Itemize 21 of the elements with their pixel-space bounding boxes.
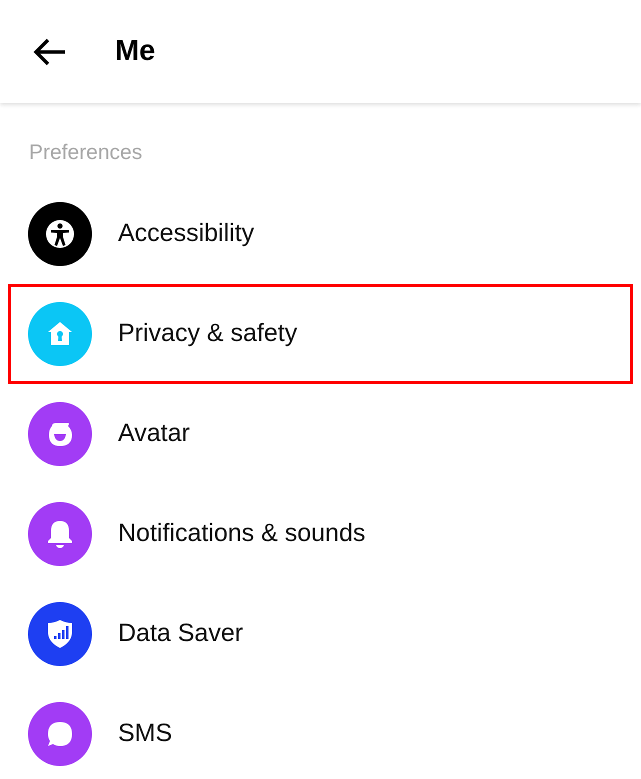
chat-bubble-icon: [48, 722, 72, 746]
item-label: Notifications & sounds: [118, 518, 366, 550]
settings-item[interactable]: Privacy & safety: [8, 284, 633, 384]
settings-item[interactable]: Notifications & sounds: [8, 484, 633, 584]
item-label: SMS: [118, 718, 172, 750]
item-label: Privacy & safety: [118, 318, 298, 350]
settings-item[interactable]: Data Saver: [8, 584, 633, 684]
settings-item[interactable]: Avatar: [8, 384, 633, 484]
item-label: Accessibility: [118, 218, 254, 250]
person-icon: [46, 220, 74, 248]
back-arrow-icon: [33, 38, 67, 66]
settings-item[interactable]: Accessibility: [8, 184, 633, 284]
bell-icon: [48, 521, 72, 548]
section-label: Preferences: [29, 140, 142, 166]
house-lock-icon: [48, 322, 72, 345]
settings-item[interactable]: SMS: [8, 684, 633, 779]
smiley-icon: [49, 423, 72, 446]
shield-icon: [48, 620, 72, 648]
page-title: Me: [115, 34, 156, 69]
item-label: Avatar: [118, 418, 190, 450]
item-label: Data Saver: [118, 618, 244, 650]
